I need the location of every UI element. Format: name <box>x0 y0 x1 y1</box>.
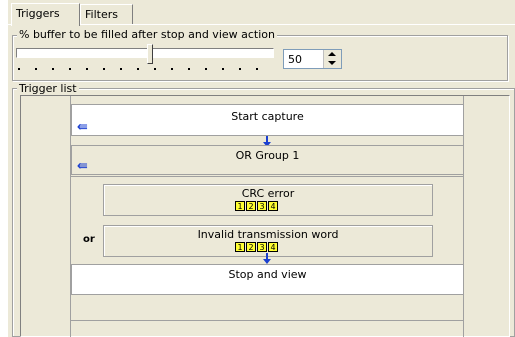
list-row-divider <box>71 320 464 321</box>
slider-tick <box>154 68 156 70</box>
port-badges: 1 2 3 4 <box>235 201 279 211</box>
port-badge[interactable]: 3 <box>257 242 267 252</box>
tab-filters-label: Filters <box>85 8 118 21</box>
slider-tick <box>52 68 54 70</box>
buffer-value: 50 <box>288 53 302 66</box>
slider-tick <box>188 68 190 70</box>
condition-crc-error[interactable]: CRC error 1 2 3 4 <box>103 184 433 216</box>
port-badge[interactable]: 2 <box>246 201 256 211</box>
tab-triggers-label: Triggers <box>16 7 60 20</box>
trigger-list-title: Trigger list <box>17 82 79 95</box>
slider-track <box>16 48 274 58</box>
port-badge[interactable]: 1 <box>235 201 245 211</box>
slider-tick <box>120 68 122 70</box>
tab-divider <box>8 24 515 25</box>
slider-tick <box>171 68 173 70</box>
slider-tick <box>256 68 258 70</box>
port-badges: 1 2 3 4 <box>235 242 279 252</box>
slider-tick <box>205 68 207 70</box>
port-badge[interactable]: 3 <box>257 201 267 211</box>
condition-label: Invalid transmission word <box>197 228 339 241</box>
or-group-label: OR Group 1 <box>235 149 300 162</box>
tab-triggers[interactable]: Triggers <box>11 3 80 26</box>
tab-filters[interactable]: Filters <box>80 4 133 25</box>
start-capture-node[interactable]: Start capture ⇚ <box>71 104 464 136</box>
caret-up-icon <box>328 52 336 56</box>
slider-tick <box>69 68 71 70</box>
back-arrow-icon[interactable]: ⇚ <box>77 160 88 173</box>
slider-tick <box>86 68 88 70</box>
spin-buttons <box>323 50 341 68</box>
port-badge[interactable]: 2 <box>246 242 256 252</box>
slider-thumb[interactable] <box>147 44 153 64</box>
stop-and-view-label: Stop and view <box>228 268 307 281</box>
group-separator <box>71 176 464 177</box>
buffer-group-title: % buffer to be filled after stop and vie… <box>17 28 277 41</box>
slider-tick <box>239 68 241 70</box>
port-badge[interactable]: 4 <box>268 201 278 211</box>
or-group-node[interactable]: OR Group 1 ⇚ <box>71 145 464 175</box>
stop-and-view-node[interactable]: Stop and view <box>71 264 464 295</box>
slider-tick <box>18 68 20 70</box>
buffer-slider[interactable] <box>16 44 274 76</box>
slider-tick <box>222 68 224 70</box>
slider-tick <box>103 68 105 70</box>
spin-up-button[interactable] <box>324 50 342 59</box>
slider-tick <box>35 68 37 70</box>
or-operator-label: or <box>83 234 95 245</box>
port-badge[interactable]: 4 <box>268 242 278 252</box>
condition-label: CRC error <box>241 187 295 200</box>
start-capture-label: Start capture <box>231 110 304 123</box>
buffer-spinbox[interactable]: 50 <box>283 49 342 69</box>
port-badge[interactable]: 1 <box>235 242 245 252</box>
caret-down-icon <box>328 61 336 65</box>
spin-down-button[interactable] <box>324 59 342 68</box>
back-arrow-icon[interactable]: ⇚ <box>77 121 88 134</box>
slider-tick <box>137 68 139 70</box>
